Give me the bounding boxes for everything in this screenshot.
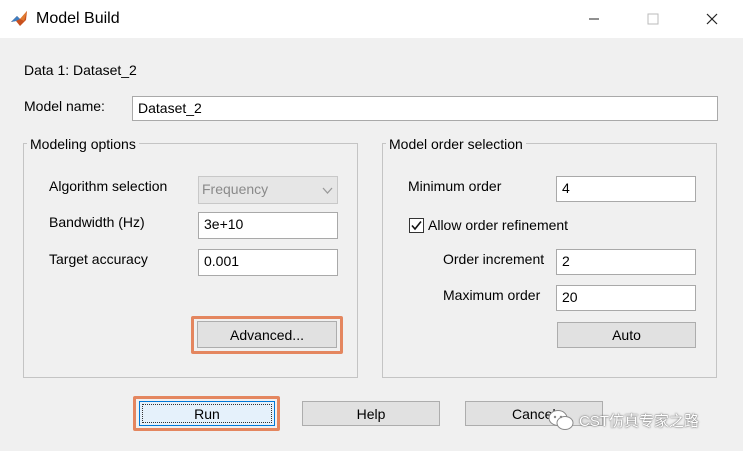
allow-refinement-checkbox[interactable]: [409, 218, 424, 233]
window-title: Model Build: [36, 10, 120, 27]
close-button[interactable]: [689, 0, 735, 38]
help-button[interactable]: Help: [302, 401, 440, 426]
run-highlight-box: [133, 396, 280, 431]
maximize-button[interactable]: [630, 0, 676, 38]
allow-refinement-label: Allow order refinement: [428, 217, 569, 233]
bandwidth-label: Bandwidth (Hz): [49, 214, 145, 230]
chevron-down-icon: [318, 177, 337, 203]
algorithm-selection-dropdown[interactable]: Frequency: [198, 176, 338, 204]
data-label: Data 1: Dataset_2: [24, 62, 137, 78]
order-increment-label: Order increment: [443, 251, 545, 267]
auto-button[interactable]: Auto: [557, 322, 696, 348]
minimum-order-label: Minimum order: [408, 178, 502, 194]
watermark-text: CST仿真专家之路: [579, 412, 700, 430]
title-bar: Model Build: [0, 0, 743, 38]
bandwidth-input[interactable]: 3e+10: [198, 212, 338, 239]
algorithm-selection-label: Algorithm selection: [49, 178, 168, 194]
watermark: CST仿真专家之路: [548, 401, 699, 439]
close-icon: [706, 13, 718, 25]
advanced-highlight-box: [191, 316, 343, 354]
maximum-order-label: Maximum order: [443, 287, 541, 303]
target-accuracy-input[interactable]: 0.001: [198, 249, 338, 276]
order-increment-input[interactable]: 2: [556, 249, 696, 275]
model-order-title: Model order selection: [386, 136, 526, 152]
checkmark-icon: [411, 221, 422, 231]
modeling-options-title: Modeling options: [27, 136, 139, 152]
model-name-label: Model name:: [24, 98, 105, 114]
algorithm-selection-value: Frequency: [202, 181, 269, 197]
minimize-button[interactable]: [571, 0, 617, 38]
matlab-logo-icon: [11, 11, 27, 26]
minimize-icon: [589, 18, 599, 20]
minimum-order-input[interactable]: 4: [556, 176, 696, 202]
target-accuracy-label: Target accuracy: [49, 251, 148, 267]
model-name-input[interactable]: Dataset_2: [132, 96, 718, 121]
chat-bubbles-icon: [548, 410, 574, 430]
maximum-order-input[interactable]: 20: [556, 285, 696, 311]
maximize-icon: [647, 13, 659, 25]
